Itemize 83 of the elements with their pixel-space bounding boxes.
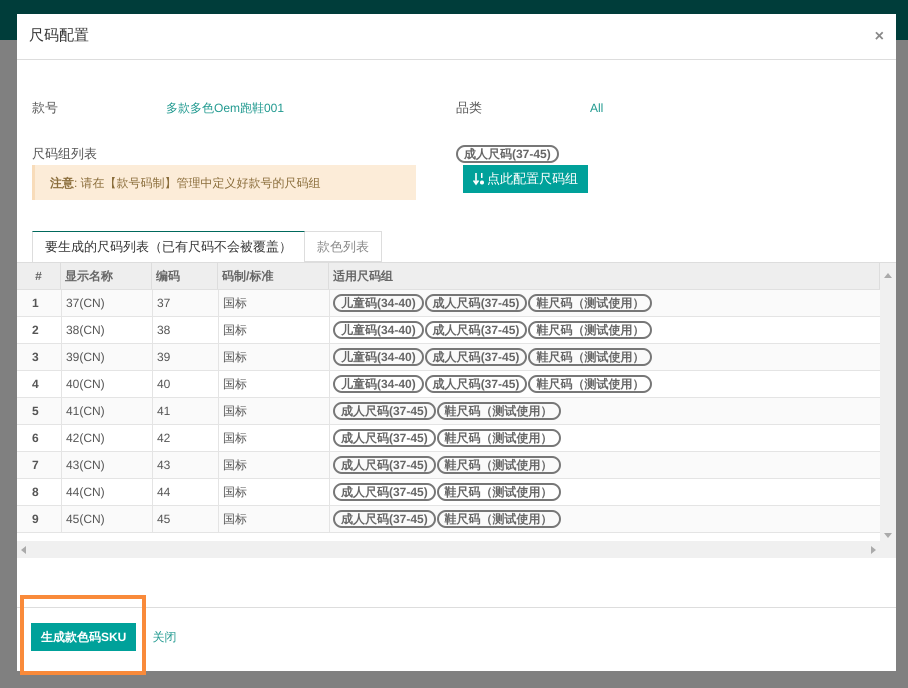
configure-size-groups-button[interactable]: 点此配置尺码组 bbox=[463, 165, 588, 193]
size-group-tag: 成人尺码(37-45) bbox=[424, 294, 528, 312]
table-cell: 国标 bbox=[218, 506, 329, 532]
scroll-left-icon[interactable] bbox=[21, 546, 26, 554]
dialog-title: 尺码配置 bbox=[29, 26, 89, 46]
size-group-tag: 鞋尺码（测试使用） bbox=[436, 483, 561, 501]
tab[interactable]: 款色列表 bbox=[305, 231, 382, 262]
table-cell: 43(CN) bbox=[61, 452, 152, 478]
size-group-tag: 鞋尺码（测试使用） bbox=[436, 429, 561, 447]
table-cell: 38 bbox=[152, 317, 218, 343]
row-number: 2 bbox=[31, 322, 40, 339]
row-number: 3 bbox=[31, 349, 40, 366]
table-cell: 42 bbox=[152, 425, 218, 451]
table-cell: 国标 bbox=[218, 317, 329, 343]
scroll-right-icon[interactable] bbox=[871, 546, 876, 554]
tab[interactable]: 要生成的尺码列表（已有尺码不会被覆盖） bbox=[32, 231, 305, 263]
table-cell: 国标 bbox=[218, 290, 329, 316]
notice-text: 注意: 请在【款号码制】管理中定义好款号的尺码组 bbox=[50, 174, 321, 192]
sort-icon bbox=[473, 172, 485, 186]
field-label: 品类 bbox=[456, 99, 483, 118]
size-group-tag: 成人尺码(37-45) bbox=[333, 510, 436, 528]
table-cell: 37 bbox=[152, 290, 218, 316]
table-cell: 37(CN) bbox=[61, 290, 152, 316]
table-cell: 41(CN) bbox=[61, 398, 152, 424]
table-cell: 40(CN) bbox=[61, 371, 152, 397]
size-group-tag: 成人尺码(37-45) bbox=[333, 402, 436, 420]
table-cell: 39 bbox=[152, 344, 218, 370]
table-cell: 42(CN) bbox=[61, 425, 152, 451]
size-group-tag: 鞋尺码（测试使用） bbox=[528, 294, 652, 312]
table-cell: 38(CN) bbox=[61, 317, 152, 343]
size-group-tag: 成人尺码(37-45) bbox=[424, 321, 528, 339]
horizontal-scrollbar[interactable] bbox=[17, 541, 880, 558]
size-group-tag: 儿童码(34-40) bbox=[333, 321, 424, 339]
table-cell: 国标 bbox=[218, 398, 329, 424]
row-number: 9 bbox=[31, 511, 40, 528]
table-cell: 国标 bbox=[218, 479, 329, 505]
size-group-tag: 成人尺码(37-45) bbox=[333, 483, 436, 501]
size-group-tag: 儿童码(34-40) bbox=[333, 348, 424, 366]
row-number: 7 bbox=[31, 457, 40, 474]
scroll-up-icon[interactable] bbox=[884, 273, 892, 278]
size-group-tag: 成人尺码(37-45) bbox=[333, 429, 436, 447]
field-value: All bbox=[590, 100, 604, 117]
size-group-tag: 鞋尺码（测试使用） bbox=[436, 510, 561, 528]
table-cell: 40 bbox=[152, 371, 218, 397]
column-header: 显示名称 bbox=[61, 263, 152, 289]
size-group-tag: 鞋尺码（测试使用） bbox=[528, 321, 652, 339]
column-header: # bbox=[17, 263, 61, 289]
size-group-tag: 鞋尺码（测试使用） bbox=[528, 375, 652, 393]
table-cell: 41 bbox=[152, 398, 218, 424]
size-group-tag: 鞋尺码（测试使用） bbox=[528, 348, 652, 366]
size-group-tag: 鞋尺码（测试使用） bbox=[436, 402, 561, 420]
size-group-tag: 成人尺码(37-45) bbox=[456, 145, 559, 163]
size-group-tag: 成人尺码(37-45) bbox=[333, 456, 436, 474]
generate-sku-button[interactable]: 生成款色码SKU bbox=[31, 622, 136, 650]
table-cell: 45(CN) bbox=[61, 506, 152, 532]
table-cell: 国标 bbox=[218, 371, 329, 397]
section-label: 尺码组列表 bbox=[32, 145, 98, 163]
close-link[interactable]: 关闭 bbox=[152, 628, 176, 646]
size-group-tag: 儿童码(34-40) bbox=[333, 375, 424, 393]
row-number: 5 bbox=[31, 403, 40, 420]
field-value: 多款多色Oem跑鞋001 bbox=[166, 100, 284, 117]
table-cell: 43 bbox=[152, 452, 218, 478]
table-cell: 国标 bbox=[218, 344, 329, 370]
size-group-tag: 成人尺码(37-45) bbox=[424, 375, 528, 393]
table-cell: 国标 bbox=[218, 452, 329, 478]
size-group-tag: 儿童码(34-40) bbox=[333, 294, 424, 312]
table-cell: 45 bbox=[152, 506, 218, 532]
table-cell: 39(CN) bbox=[61, 344, 152, 370]
table-cell: 国标 bbox=[218, 425, 329, 451]
close-button[interactable]: × bbox=[874, 28, 884, 44]
size-group-tag: 成人尺码(37-45) bbox=[424, 348, 528, 366]
scroll-down-icon[interactable] bbox=[884, 533, 892, 538]
table-cell: 44(CN) bbox=[61, 479, 152, 505]
field-label: 款号 bbox=[32, 99, 59, 118]
column-header: 码制/标准 bbox=[218, 263, 329, 289]
table-cell: 44 bbox=[152, 479, 218, 505]
vertical-scrollbar[interactable] bbox=[880, 263, 896, 558]
row-number: 6 bbox=[31, 430, 40, 447]
row-number: 1 bbox=[31, 295, 40, 312]
row-number: 4 bbox=[31, 376, 40, 393]
column-header: 编码 bbox=[152, 263, 218, 289]
size-group-tag: 鞋尺码（测试使用） bbox=[436, 456, 561, 474]
row-number: 8 bbox=[31, 484, 40, 501]
